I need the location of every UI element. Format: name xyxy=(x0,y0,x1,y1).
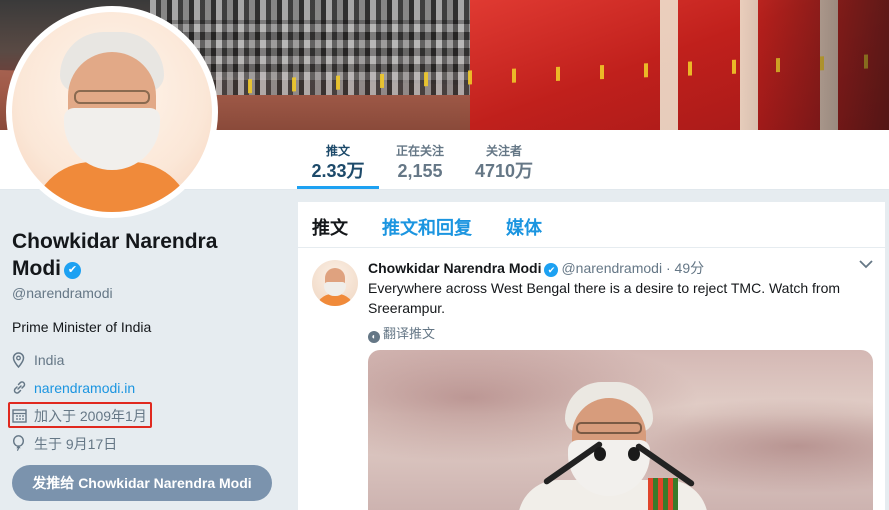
stat-tweets-value: 2.33万 xyxy=(311,161,365,181)
stat-followers-label: 关注者 xyxy=(485,144,522,158)
stat-followers[interactable]: 关注者 4710万 xyxy=(468,130,540,190)
profile-website[interactable]: narendramodi.in xyxy=(12,374,282,402)
location-pin-icon xyxy=(12,346,30,377)
translate-tweet-link[interactable]: ◐ 翻译推文 xyxy=(368,323,435,343)
chevron-down-icon[interactable] xyxy=(859,256,873,274)
translate-tweet-label: 翻译推文 xyxy=(383,326,436,341)
stat-tweets[interactable]: 推文 2.33万 xyxy=(297,130,379,189)
tweet-timestamp[interactable]: 49分 xyxy=(675,260,705,276)
timeline-tabs: 推文 推文和回复 媒体 xyxy=(298,202,885,248)
profile-birthday-text: 生于 9月17日 xyxy=(34,436,118,452)
profile-joined: 加入于 2009年1月 xyxy=(8,402,282,432)
calendar-icon xyxy=(12,402,30,432)
profile-birthday: 生于 9月17日 xyxy=(12,430,282,458)
timeline: 推文 推文和回复 媒体 Chowkidar Narendra Modi ✔ @nar… xyxy=(298,202,885,510)
profile-website-link[interactable]: narendramodi.in xyxy=(34,380,135,396)
stat-following[interactable]: 正在关注 2,155 xyxy=(387,130,453,190)
stat-following-label: 正在关注 xyxy=(395,144,444,158)
stat-followers-value: 4710万 xyxy=(474,161,534,181)
tweet-separator: · xyxy=(665,260,671,276)
media-glasses xyxy=(576,422,642,434)
profile-card: Chowkidar Narendra Modi ✔ @narendramodi P… xyxy=(8,228,282,458)
stat-following-value: 2,155 xyxy=(397,161,443,181)
tweet-text: Everywhere across West Bengal there is a… xyxy=(368,280,841,316)
tweet-author-name[interactable]: Chowkidar Narendra Modi xyxy=(368,260,541,276)
tweet-to-button[interactable]: 发推给 Chowkidar Narendra Modi xyxy=(12,465,272,501)
media-microphone-head-left xyxy=(594,447,606,461)
link-icon xyxy=(12,374,30,404)
profile-name-line2: Modi xyxy=(12,257,61,280)
profile-name-line1: Chowkidar Narendra xyxy=(12,230,218,253)
profile-location-text: India xyxy=(34,352,65,368)
banner-shadow xyxy=(740,0,889,130)
avatar-glasses xyxy=(74,90,150,104)
tweet-author-handle[interactable]: @narendramodi xyxy=(561,260,662,276)
tab-tweets[interactable]: 推文 xyxy=(312,214,348,240)
profile-handle[interactable]: @narendramodi xyxy=(12,285,282,301)
tweet-item[interactable]: Chowkidar Narendra Modi ✔ @narendramodi · … xyxy=(298,248,885,510)
profile-location: India xyxy=(12,346,282,374)
avatar-beard xyxy=(64,108,160,170)
globe-icon: ◐ xyxy=(368,331,380,343)
tweet-media-video[interactable] xyxy=(368,350,873,510)
tweet-verified-badge-icon: ✔ xyxy=(544,263,559,277)
tweet-header: Chowkidar Narendra Modi ✔ @narendramodi · … xyxy=(368,258,704,278)
profile-name[interactable]: Chowkidar Narendra Modi ✔ xyxy=(12,228,282,282)
tweet-avatar[interactable] xyxy=(312,260,358,306)
tab-tweets-and-replies[interactable]: 推文和回复 xyxy=(382,214,472,240)
avatar-photo xyxy=(12,12,212,212)
media-scarf xyxy=(648,478,678,510)
profile-avatar[interactable] xyxy=(6,6,218,218)
balloon-icon xyxy=(12,430,30,460)
profile-bio: Prime Minister of India xyxy=(12,319,152,335)
verified-badge-icon: ✔ xyxy=(63,262,81,279)
tab-media[interactable]: 媒体 xyxy=(506,214,542,240)
media-microphone-head-right xyxy=(628,447,640,461)
stat-tweets-label: 推文 xyxy=(325,144,350,158)
